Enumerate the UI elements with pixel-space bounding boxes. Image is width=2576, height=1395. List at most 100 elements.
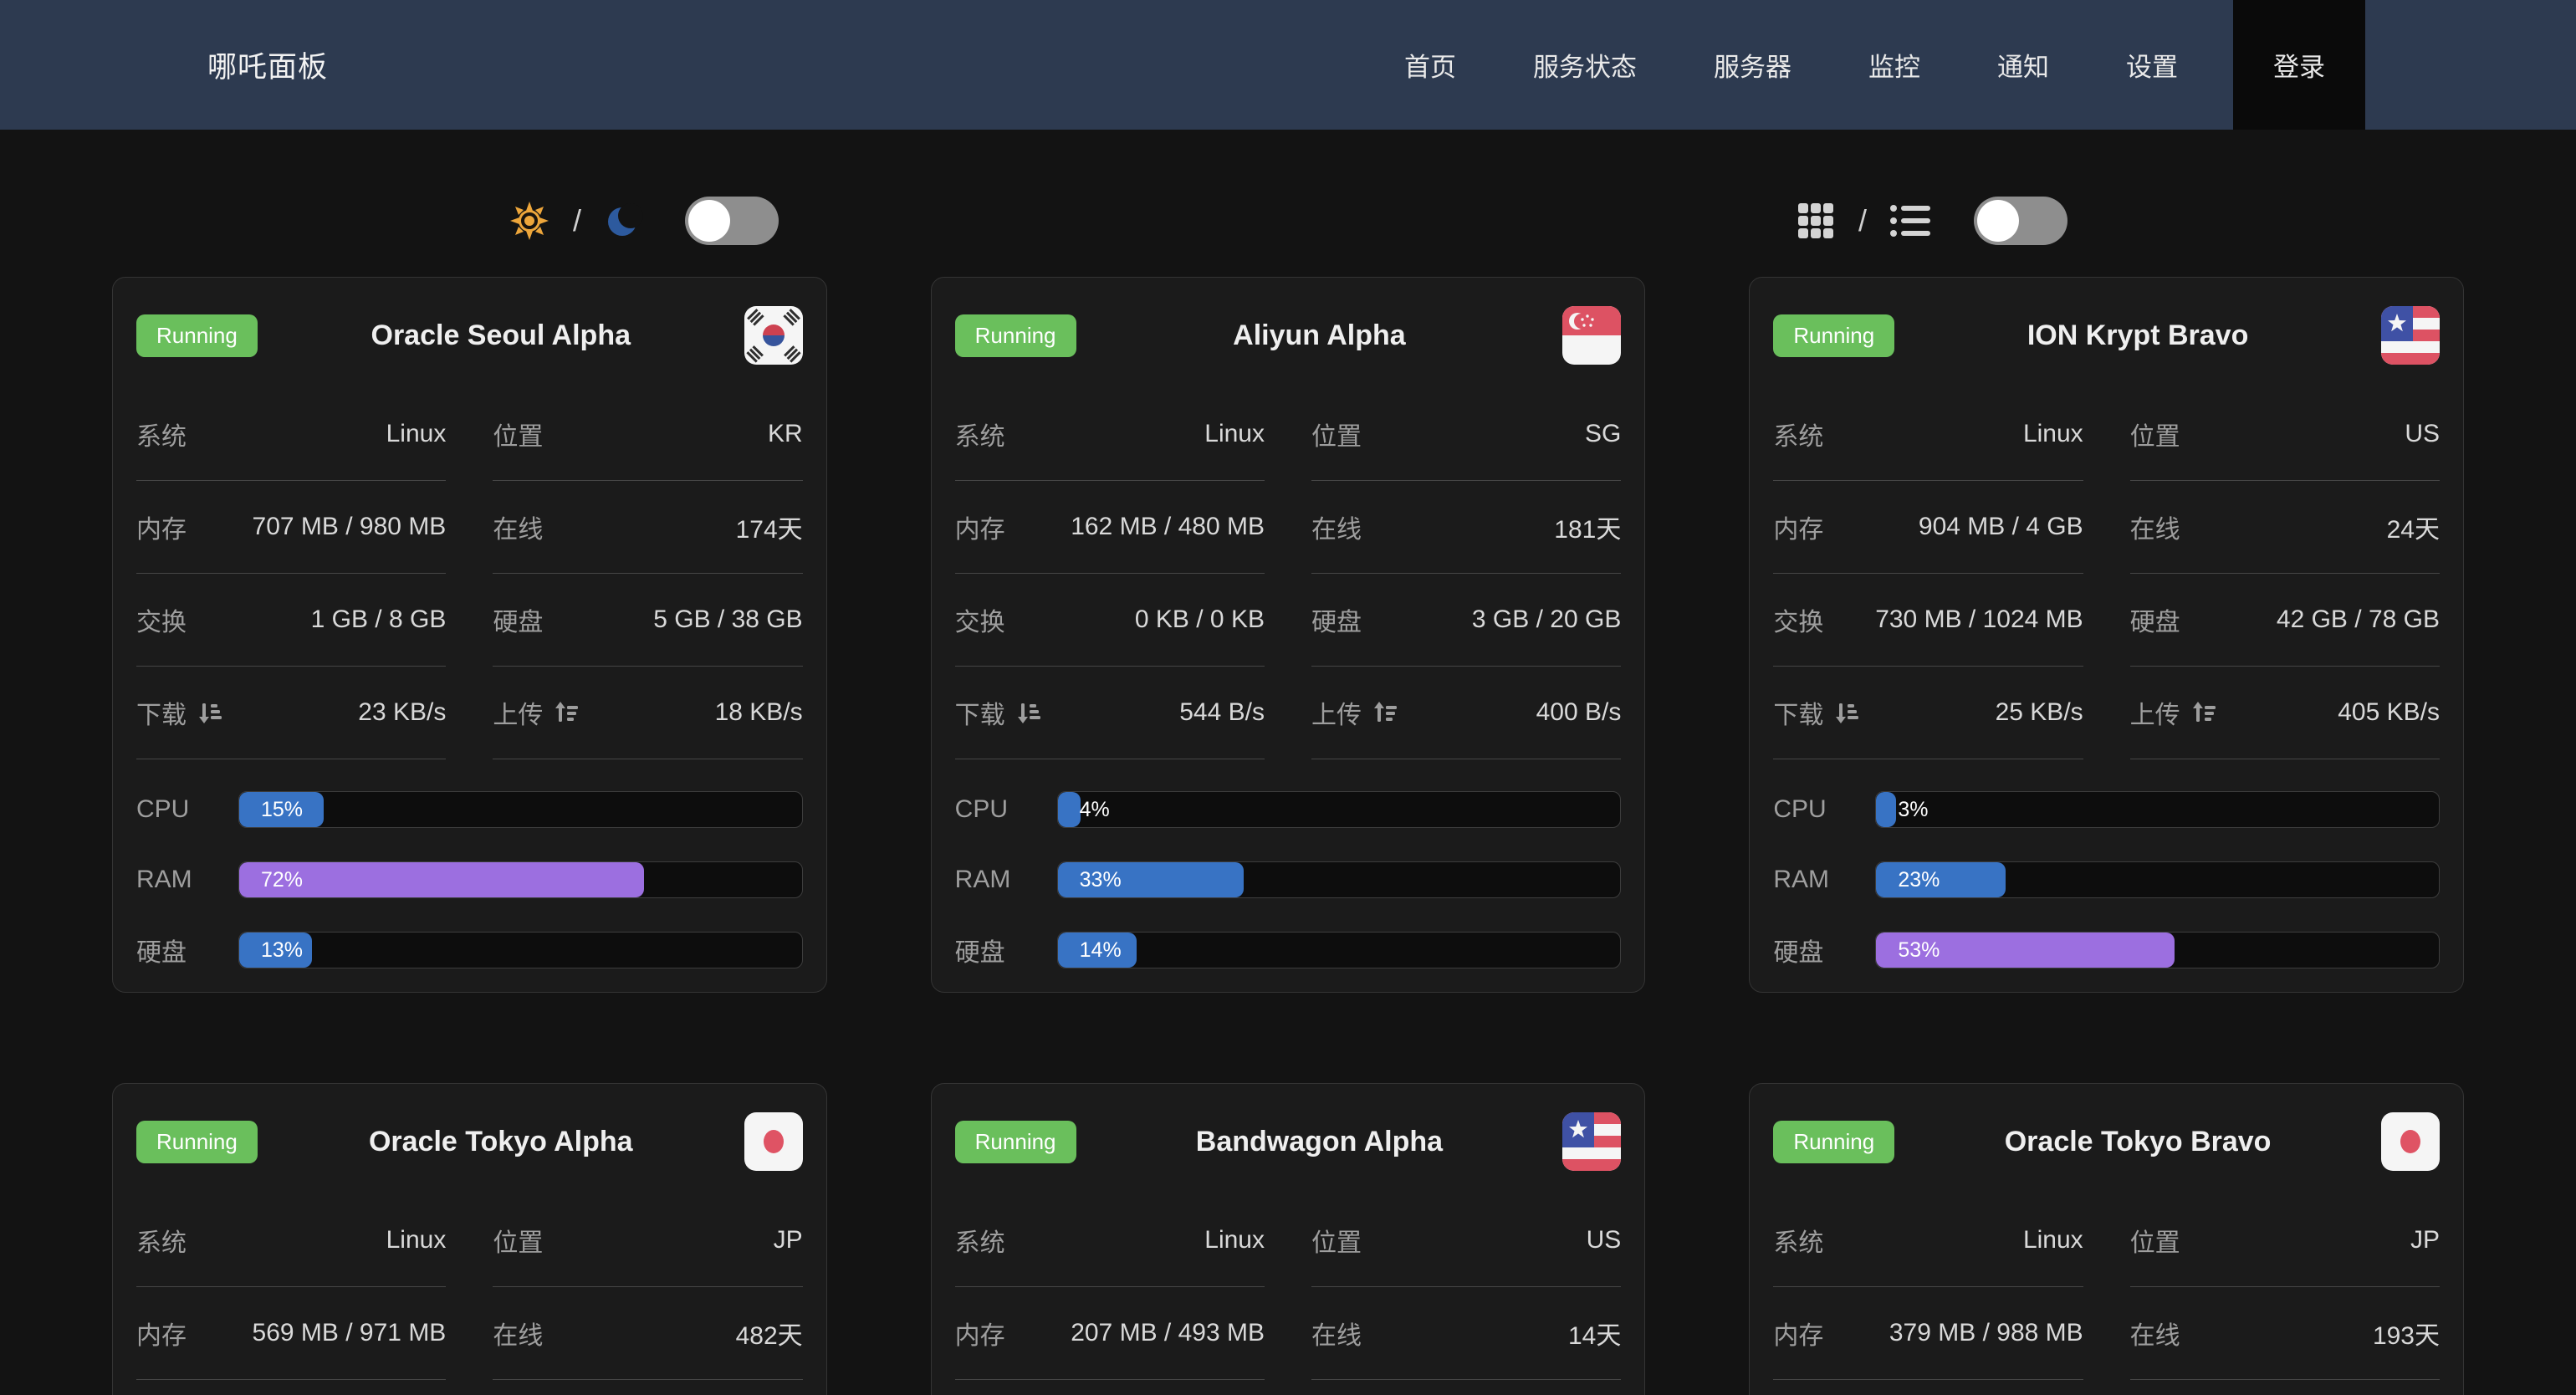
server-card[interactable]: Running Bandwagon Alpha 系统 Linux 位置 US 内…: [931, 1083, 1646, 1395]
location-value: SG: [1585, 420, 1621, 448]
os-value: Linux: [386, 420, 447, 448]
disk-row: 硬盘 8 GB / 38 GB: [493, 1380, 802, 1395]
memory-label: 内存: [1773, 1315, 1823, 1352]
upload-value: 405 KB/s: [2338, 698, 2440, 727]
swap-row: 交换 730 MB / 1024 MB: [1773, 574, 2083, 667]
upload-row: 上传 405 KB/s: [2130, 667, 2440, 759]
memory-row: 内存 904 MB / 4 GB: [1773, 481, 2083, 574]
country-flag-icon: [744, 1112, 803, 1171]
uptime-label: 在线: [493, 508, 543, 545]
disk-row: 硬盘 5 GB / 38 GB: [493, 574, 802, 667]
os-row: 系统 Linux: [955, 1194, 1265, 1287]
location-row: 位置 KR: [493, 388, 802, 481]
list-view-icon: [1890, 203, 1932, 238]
login-button[interactable]: 登录: [2233, 0, 2365, 130]
os-label: 系统: [955, 1222, 1005, 1259]
uptime-row: 在线 24天: [2130, 481, 2440, 574]
download-label: 下载: [136, 694, 187, 731]
separator: /: [1858, 203, 1867, 238]
usage-bar-fill: [1876, 862, 2006, 897]
nav-item-servers[interactable]: 服务器: [1714, 46, 1791, 84]
nav-menu: 首页 服务状态 服务器 监控 通知 设置 登录: [1327, 0, 2365, 130]
os-value: Linux: [386, 1226, 447, 1254]
country-flag-icon: [1562, 306, 1621, 365]
server-card[interactable]: Running Oracle Seoul Alpha 系统 Linux 位置 K…: [112, 277, 827, 993]
location-value: US: [1587, 1226, 1622, 1254]
swap-row: 交换 463 MB / 8 GB: [136, 1380, 446, 1395]
uptime-row: 在线 193天: [2130, 1287, 2440, 1380]
memory-label: 内存: [1773, 508, 1823, 545]
download-label: 下载: [955, 694, 1005, 731]
os-label: 系统: [136, 1222, 187, 1259]
server-card[interactable]: Running ION Krypt Bravo 系统 Linux 位置 US 内…: [1749, 277, 2464, 993]
usage-bar-row: RAM33%: [955, 861, 1622, 898]
app-title: 哪吒面板: [207, 43, 328, 86]
os-row: 系统 Linux: [1773, 1194, 2083, 1287]
memory-value: 569 MB / 971 MB: [253, 1319, 447, 1347]
upload-sort-icon: [1372, 700, 1397, 725]
upload-row: 上传 18 KB/s: [493, 667, 802, 759]
swap-label: 交换: [1773, 601, 1823, 638]
usage-bar-label: RAM: [1773, 866, 1875, 894]
memory-value: 707 MB / 980 MB: [253, 513, 447, 541]
usage-bars: CPU15%RAM72%硬盘13%: [136, 791, 803, 968]
uptime-value: 14天: [1568, 1315, 1621, 1352]
navbar: 哪吒面板 首页 服务状态 服务器 监控 通知 设置 登录: [0, 0, 2576, 130]
disk-label: 硬盘: [493, 601, 543, 638]
upload-sort-icon: [553, 700, 578, 725]
location-label: 位置: [493, 416, 543, 452]
upload-row: 上传 400 B/s: [1311, 667, 1621, 759]
memory-value: 904 MB / 4 GB: [1919, 513, 2083, 541]
view-switch[interactable]: [1974, 197, 2067, 245]
theme-switch[interactable]: [685, 197, 779, 245]
swap-label: 交换: [136, 601, 187, 638]
moon-icon: [605, 202, 643, 240]
nav-item-monitor[interactable]: 监控: [1868, 46, 1920, 84]
usage-bar-row: CPU4%: [955, 791, 1622, 828]
uptime-label: 在线: [493, 1315, 543, 1352]
usage-bar-track: 23%: [1875, 861, 2440, 898]
card-header: Running Bandwagon Alpha: [955, 1112, 1622, 1171]
status-badge: Running: [136, 314, 258, 357]
download-label: 下载: [1773, 694, 1823, 731]
sun-icon: [509, 201, 549, 241]
usage-bar-label: CPU: [136, 795, 238, 824]
server-card[interactable]: Running Oracle Tokyo Alpha 系统 Linux 位置 J…: [112, 1083, 827, 1395]
server-info-grid: 系统 Linux 位置 JP 内存 379 MB / 988 MB 在线 193…: [1773, 1194, 2440, 1395]
swap-label: 交换: [955, 601, 1005, 638]
nav-item-home[interactable]: 首页: [1404, 46, 1456, 84]
os-row: 系统 Linux: [955, 388, 1265, 481]
disk-row: 硬盘 3 GB / 20 GB: [1311, 574, 1621, 667]
uptime-value: 193天: [2373, 1315, 2440, 1352]
nav-item-service-status[interactable]: 服务状态: [1533, 46, 1637, 84]
download-sort-icon: [197, 700, 222, 725]
server-info-grid: 系统 Linux 位置 KR 内存 707 MB / 980 MB 在线 174…: [136, 388, 803, 759]
location-row: 位置 JP: [493, 1194, 802, 1287]
location-row: 位置 US: [1311, 1194, 1621, 1287]
os-row: 系统 Linux: [136, 388, 446, 481]
memory-row: 内存 207 MB / 493 MB: [955, 1287, 1265, 1380]
server-card[interactable]: Running Oracle Tokyo Bravo 系统 Linux 位置 J…: [1749, 1083, 2464, 1395]
usage-bar-row: CPU15%: [136, 791, 803, 828]
disk-value: 3 GB / 20 GB: [1472, 606, 1621, 634]
uptime-label: 在线: [2130, 1315, 2180, 1352]
nav-item-notifications[interactable]: 通知: [1997, 46, 2049, 84]
server-card[interactable]: Running Aliyun Alpha 系统 Linux 位置 SG 内存 1…: [931, 277, 1646, 993]
usage-bar-label: 硬盘: [136, 932, 238, 968]
usage-bar-row: 硬盘53%: [1773, 932, 2440, 968]
country-flag-icon: [2381, 306, 2440, 365]
server-name: ION Krypt Bravo: [1894, 319, 2381, 352]
theme-toggle-group: /: [0, 170, 1288, 272]
memory-label: 内存: [955, 1315, 1005, 1352]
separator: /: [573, 203, 581, 238]
nav-item-settings[interactable]: 设置: [2126, 46, 2178, 84]
theme-switch-knob[interactable]: [688, 200, 730, 242]
uptime-row: 在线 174天: [493, 481, 802, 574]
swap-value: 730 MB / 1024 MB: [1875, 606, 2083, 634]
view-switch-knob[interactable]: [1977, 200, 2019, 242]
os-label: 系统: [1773, 416, 1823, 452]
usage-bar-percent: 23%: [1898, 862, 1940, 897]
server-name: Bandwagon Alpha: [1076, 1126, 1563, 1158]
upload-sort-icon: [2190, 700, 2216, 725]
usage-bar-percent: 33%: [1080, 862, 1122, 897]
